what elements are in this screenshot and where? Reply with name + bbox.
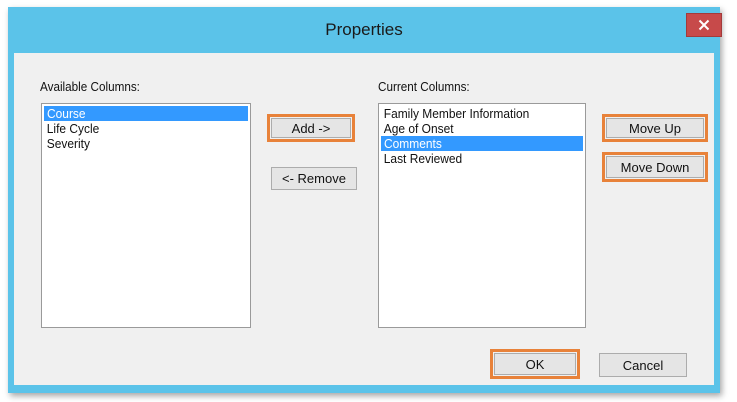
move-up-button[interactable]: Move Up [606,118,704,138]
list-item[interactable]: Severity [44,136,232,151]
close-button[interactable] [686,13,722,37]
available-columns-list[interactable]: Course Life Cycle Severity [41,103,251,328]
close-icon [698,19,710,31]
list-item[interactable]: Family Member Information [381,106,567,121]
cancel-button[interactable]: Cancel [599,353,687,377]
current-columns-list[interactable]: Family Member Information Age of Onset C… [378,103,586,328]
current-columns-label: Current Columns: [378,79,470,94]
list-item[interactable]: Age of Onset [381,121,567,136]
dialog-title: Properties [325,20,403,39]
remove-button[interactable]: <- Remove [271,167,357,190]
dialog-body: Available Columns: Course Life Cycle Sev… [14,53,714,385]
list-item[interactable]: Last Reviewed [381,151,567,166]
ok-button[interactable]: OK [494,353,576,375]
list-item[interactable]: Comments [381,136,583,151]
list-item[interactable]: Course [44,106,248,121]
properties-dialog: Properties Available Columns: Course Lif… [8,7,722,393]
title-bar[interactable]: Properties [8,7,722,53]
list-item[interactable]: Life Cycle [44,121,232,136]
move-down-button[interactable]: Move Down [606,156,704,178]
available-columns-label: Available Columns: [40,79,140,94]
add-button[interactable]: Add -> [271,118,351,138]
